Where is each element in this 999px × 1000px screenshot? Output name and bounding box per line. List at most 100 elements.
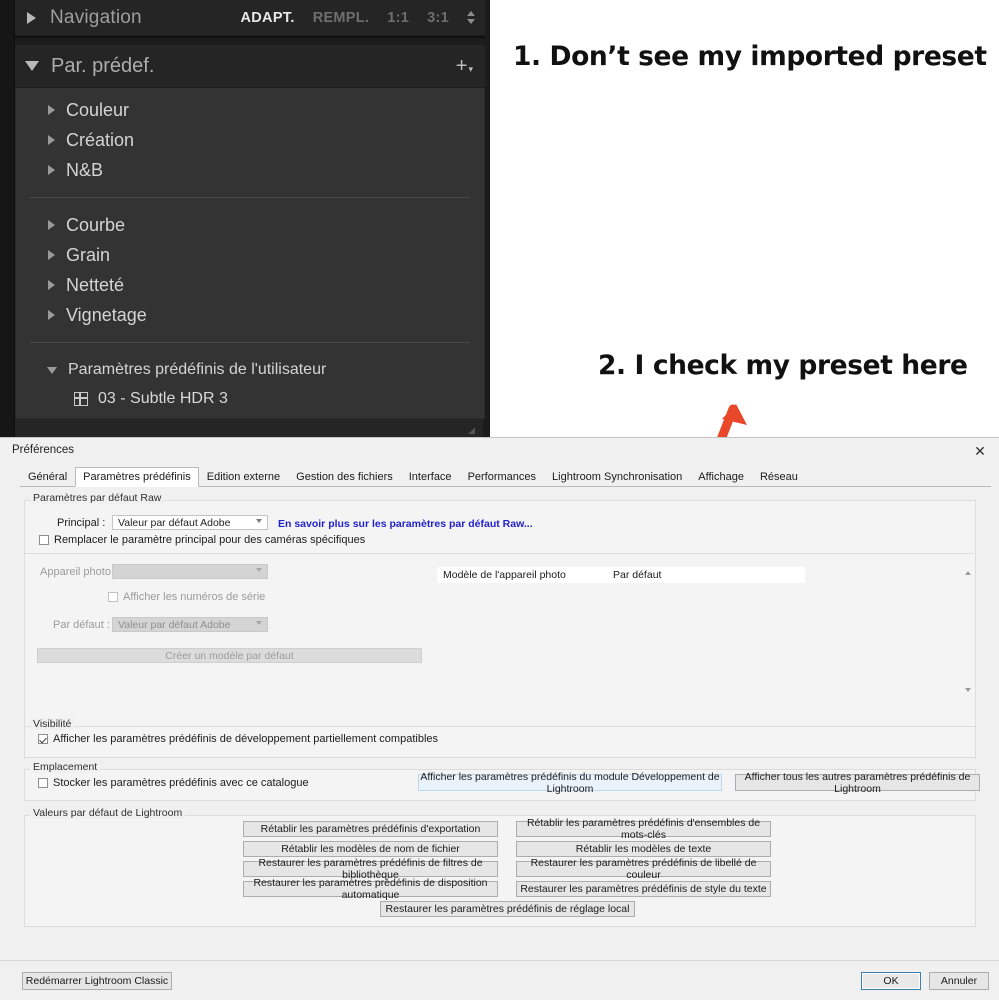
navigator-title: Navigation bbox=[50, 6, 142, 28]
camera-default-value: Valeur par défaut Adobe bbox=[118, 618, 231, 631]
chevron-right-icon[interactable] bbox=[48, 105, 55, 115]
panel-left-edge bbox=[0, 0, 15, 437]
store-with-catalog-checkbox[interactable] bbox=[38, 778, 48, 788]
restore-auto-layout-presets-button[interactable]: Restaurer les paramètres prédéfinis de d… bbox=[243, 877, 498, 901]
camera-table-scrollbar[interactable] bbox=[962, 564, 974, 699]
col-header-spacer bbox=[737, 567, 805, 583]
scroll-up-icon[interactable] bbox=[965, 571, 971, 575]
presets-header[interactable]: Par. prédef. + ▾ bbox=[15, 45, 485, 87]
close-icon[interactable]: ✕ bbox=[969, 442, 991, 460]
tab-gestion-des-fichiers[interactable]: Gestion des fichiers bbox=[288, 467, 401, 486]
restore-color-label-presets-button[interactable]: Restaurer les paramètres prédéfinis de l… bbox=[516, 857, 771, 881]
plus-icon: + bbox=[455, 55, 468, 77]
restore-local-adjustment-presets-button[interactable]: Restaurer les paramètres prédéfinis de r… bbox=[380, 901, 635, 917]
reset-keyword-set-presets-button[interactable]: Rétablir les paramètres prédéfinis d'ens… bbox=[516, 817, 771, 841]
group-label: Netteté bbox=[66, 274, 125, 295]
chevron-right-icon[interactable] bbox=[48, 135, 55, 145]
serial-numbers-checkbox-row[interactable]: Afficher les numéros de série bbox=[108, 591, 265, 603]
store-with-catalog-checkbox-row[interactable]: Stocker les paramètres prédéfinis avec c… bbox=[38, 777, 309, 789]
group-label: Couleur bbox=[66, 99, 130, 120]
zoom-level-adapt[interactable]: ADAPT. bbox=[241, 10, 295, 26]
zoom-level-group: ADAPT. REMPL. 1:1 3:1 bbox=[241, 10, 485, 26]
scroll-down-icon[interactable] bbox=[965, 688, 971, 692]
tab-general[interactable]: Général bbox=[20, 467, 75, 486]
restore-library-filter-presets-button[interactable]: Restaurer les paramètres prédéfinis de f… bbox=[243, 857, 498, 881]
list-divider bbox=[30, 197, 470, 198]
show-develop-presets-button[interactable]: Afficher les paramètres prédéfinis du mo… bbox=[418, 771, 722, 795]
create-default-template-button[interactable]: Créer un modèle par défaut bbox=[37, 648, 422, 663]
partial-presets-checkbox[interactable] bbox=[38, 734, 48, 744]
chevron-right-icon[interactable] bbox=[48, 310, 55, 320]
master-default-value: Valeur par défaut Adobe bbox=[118, 516, 231, 529]
chevron-down-icon bbox=[256, 621, 262, 625]
preferences-dialog: Préférences ✕ Général Paramètres prédéfi… bbox=[0, 437, 999, 1000]
raw-defaults-learn-more-link[interactable]: En savoir plus sur les paramètres par dé… bbox=[278, 518, 533, 530]
chevron-down-icon bbox=[256, 519, 262, 523]
panel-footer: ◢ bbox=[15, 419, 483, 437]
camera-select[interactable] bbox=[112, 564, 268, 579]
master-default-select[interactable]: Valeur par défaut Adobe bbox=[112, 515, 268, 530]
override-master-label: Remplacer le paramètre principal pour de… bbox=[54, 534, 366, 546]
navigator-header[interactable]: Navigation ADAPT. REMPL. 1:1 3:1 bbox=[15, 0, 485, 35]
override-master-checkbox[interactable] bbox=[39, 535, 49, 545]
camera-default-select[interactable]: Valeur par défaut Adobe bbox=[112, 617, 268, 632]
preferences-tabs: Général Paramètres prédéfinis Edition ex… bbox=[20, 467, 991, 487]
presets-list[interactable]: Couleur Création N&B Courbe Grain Nettet… bbox=[15, 88, 485, 419]
camera-label: Appareil photo : bbox=[40, 566, 118, 578]
preset-group-nettete[interactable]: Netteté bbox=[16, 270, 484, 300]
tab-edition-externe[interactable]: Edition externe bbox=[199, 467, 288, 486]
preset-group-vignetage[interactable]: Vignetage bbox=[16, 300, 484, 330]
resize-grip-icon[interactable]: ◢ bbox=[468, 425, 475, 436]
chevron-right-icon[interactable] bbox=[48, 250, 55, 260]
chevron-right-icon[interactable] bbox=[27, 11, 36, 24]
master-label: Principal : bbox=[57, 517, 106, 529]
preset-group-user[interactable]: Paramètres prédéfinis de l'utilisateur bbox=[16, 355, 484, 385]
list-divider bbox=[30, 342, 470, 343]
cancel-button[interactable]: Annuler bbox=[929, 972, 989, 990]
chevron-down-icon[interactable] bbox=[47, 366, 57, 374]
tab-affichage[interactable]: Affichage bbox=[690, 467, 752, 486]
ok-button[interactable]: OK bbox=[861, 972, 921, 990]
restore-text-style-presets-button[interactable]: Restaurer les paramètres prédéfinis de s… bbox=[516, 881, 771, 897]
chevron-right-icon[interactable] bbox=[48, 165, 55, 175]
tab-parametres-predefinis[interactable]: Paramètres prédéfinis bbox=[75, 467, 199, 487]
zoom-stepper-icon[interactable] bbox=[467, 11, 475, 24]
serial-numbers-checkbox[interactable] bbox=[108, 592, 118, 602]
camera-model-table-header: Modèle de l'appareil photo Par défaut bbox=[437, 567, 805, 583]
zoom-level-3-1[interactable]: 3:1 bbox=[427, 10, 449, 26]
zoom-level-1-1[interactable]: 1:1 bbox=[387, 10, 409, 26]
reset-text-templates-button[interactable]: Rétablir les modèles de texte bbox=[516, 841, 771, 857]
location-legend: Emplacement bbox=[30, 761, 101, 773]
preset-group-creation[interactable]: Création bbox=[16, 125, 484, 155]
raw-defaults-legend: Paramètres par défaut Raw bbox=[30, 492, 165, 504]
callout-arrow-head bbox=[722, 404, 747, 425]
annotation-step-2: 2. I check my preset here bbox=[598, 350, 968, 381]
preset-group-grain[interactable]: Grain bbox=[16, 240, 484, 270]
tab-lightroom-synchronisation[interactable]: Lightroom Synchronisation bbox=[544, 467, 690, 486]
tab-interface[interactable]: Interface bbox=[401, 467, 460, 486]
add-preset-button[interactable]: + ▾ bbox=[456, 56, 473, 76]
chevron-right-icon[interactable] bbox=[48, 280, 55, 290]
chevron-right-icon[interactable] bbox=[48, 220, 55, 230]
tab-performances[interactable]: Performances bbox=[460, 467, 544, 486]
zoom-level-rempl[interactable]: REMPL. bbox=[313, 10, 370, 26]
tab-reseau[interactable]: Réseau bbox=[752, 467, 806, 486]
preset-item-subtle-hdr-3[interactable]: 03 - Subtle HDR 3 bbox=[16, 385, 484, 413]
preset-group-courbe[interactable]: Courbe bbox=[16, 210, 484, 240]
partial-presets-checkbox-row[interactable]: Afficher les paramètres prédéfinis de dé… bbox=[38, 733, 438, 745]
visibility-legend: Visibilité bbox=[30, 718, 75, 730]
group-label: Grain bbox=[66, 244, 111, 265]
lightroom-right-panel: Navigation ADAPT. REMPL. 1:1 3:1 Par. pr… bbox=[0, 0, 490, 437]
chevron-down-icon[interactable] bbox=[25, 61, 39, 71]
preset-grid-icon bbox=[74, 392, 88, 406]
group-label: Création bbox=[66, 129, 135, 150]
reset-filename-templates-button[interactable]: Rétablir les modèles de nom de fichier bbox=[243, 841, 498, 857]
restart-lightroom-button[interactable]: Redémarrer Lightroom Classic bbox=[22, 972, 172, 990]
preset-group-couleur[interactable]: Couleur bbox=[16, 95, 484, 125]
footer-divider bbox=[0, 960, 999, 961]
reset-export-presets-button[interactable]: Rétablir les paramètres prédéfinis d'exp… bbox=[243, 821, 498, 837]
show-all-presets-button[interactable]: Afficher tous les autres paramètres préd… bbox=[735, 771, 980, 795]
col-header-camera-model: Modèle de l'appareil photo bbox=[443, 569, 566, 581]
override-master-checkbox-row[interactable]: Remplacer le paramètre principal pour de… bbox=[39, 534, 365, 546]
preset-group-nb[interactable]: N&B bbox=[16, 155, 484, 185]
